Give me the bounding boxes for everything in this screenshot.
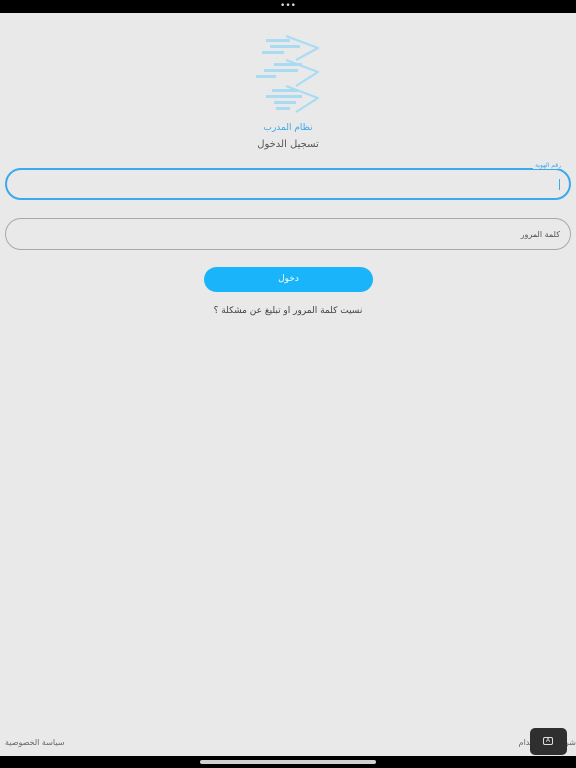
text-caret (559, 179, 560, 190)
id-number-input[interactable] (7, 170, 569, 198)
id-number-label: رقم الهوية (533, 162, 563, 169)
top-bar: ••• (0, 0, 576, 13)
app-title: نظام المدرب (263, 123, 313, 133)
multitask-dots[interactable]: ••• (280, 2, 296, 11)
password-input[interactable] (6, 219, 570, 249)
privacy-policy-link[interactable]: سياسة الخصوصية (5, 738, 64, 747)
password-field[interactable] (5, 218, 571, 250)
id-number-field[interactable]: رقم الهوية (5, 162, 571, 200)
login-button[interactable]: دخول (204, 267, 373, 292)
arrows-logo-icon (252, 30, 324, 116)
keyboard-icon: A (543, 737, 553, 745)
forgot-password-link[interactable]: نسيت كلمة المرور او تبليغ عن مشكلة ؟ (0, 306, 576, 316)
keyboard-button[interactable]: A (530, 728, 567, 755)
page-title: تسجيل الدخول (257, 139, 319, 150)
home-indicator[interactable] (200, 760, 376, 764)
